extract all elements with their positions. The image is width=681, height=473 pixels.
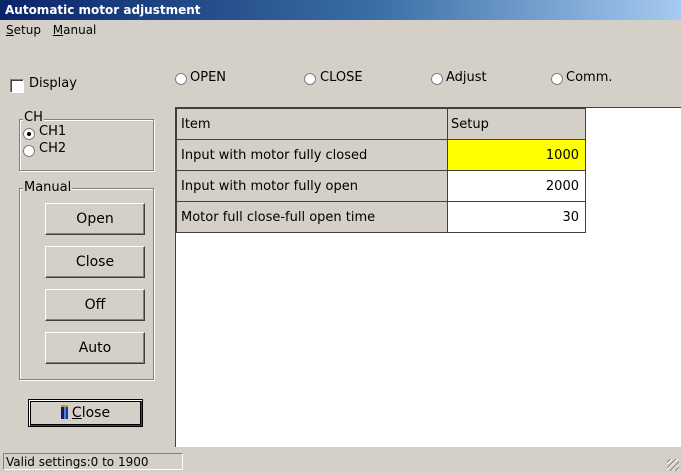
display-checkbox[interactable] [10, 79, 24, 93]
radio-comm[interactable] [551, 73, 563, 85]
settings-table: Item Setup Input with motor fully closed… [176, 108, 586, 233]
settings-grid[interactable]: Item Setup Input with motor fully closed… [175, 107, 681, 447]
status-text: Valid settings:0 to 1900 [3, 453, 183, 470]
radio-close-label[interactable]: CLOSE [320, 70, 363, 85]
radio-ch2[interactable] [23, 145, 35, 157]
column-header-item[interactable]: Item [176, 108, 448, 140]
menu-bar: Setup Manual [0, 20, 681, 41]
radio-ch1[interactable] [23, 128, 35, 140]
radio-open[interactable] [175, 73, 187, 85]
channel-group-title: CH [23, 110, 44, 125]
display-checkbox-label[interactable]: Display [29, 76, 77, 91]
radio-ch1-label[interactable]: CH1 [39, 124, 66, 139]
resize-grip-icon[interactable] [667, 459, 679, 471]
close-button[interactable]: Close [28, 399, 143, 427]
manual-close-button[interactable]: Close [45, 246, 145, 278]
table-header-row: Item Setup [176, 108, 586, 140]
radio-ch2-label[interactable]: CH2 [39, 141, 66, 156]
setup-value-cell[interactable]: 2000 [447, 170, 586, 202]
manual-off-button[interactable]: Off [45, 289, 145, 321]
radio-adjust[interactable] [431, 73, 443, 85]
table-row[interactable]: Motor full close-full open time 30 [176, 201, 586, 233]
table-row[interactable]: Input with motor fully closed 1000 [176, 139, 586, 171]
row-label: Input with motor fully open [176, 170, 448, 202]
door-icon [60, 405, 68, 419]
setup-value-cell[interactable]: 30 [447, 201, 586, 233]
window: Automatic motor adjustment Setup Manual … [0, 0, 681, 473]
status-bar: Valid settings:0 to 1900 [0, 451, 681, 473]
setup-value-cell[interactable]: 1000 [447, 139, 586, 171]
column-header-setup[interactable]: Setup [447, 108, 586, 140]
radio-open-label[interactable]: OPEN [190, 70, 226, 85]
radio-adjust-label[interactable]: Adjust [446, 70, 487, 85]
manual-auto-button[interactable]: Auto [45, 332, 145, 364]
manual-open-button[interactable]: Open [45, 203, 145, 235]
radio-close[interactable] [304, 73, 316, 85]
manual-group-title: Manual [23, 180, 73, 195]
table-row[interactable]: Input with motor fully open 2000 [176, 170, 586, 202]
radio-comm-label[interactable]: Comm. [566, 70, 613, 85]
menu-setup[interactable]: Setup [0, 20, 45, 41]
menu-manual[interactable]: Manual [49, 20, 101, 41]
row-label: Motor full close-full open time [176, 201, 448, 233]
window-title: Automatic motor adjustment [0, 0, 681, 20]
row-label: Input with motor fully closed [176, 139, 448, 171]
